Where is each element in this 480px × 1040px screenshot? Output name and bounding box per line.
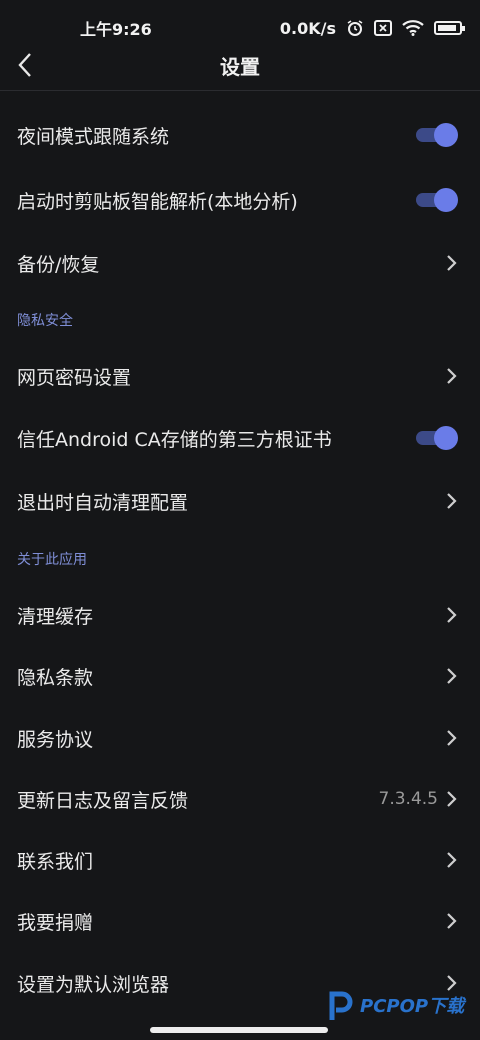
clipboard-parse-toggle[interactable]	[416, 188, 458, 212]
setting-label: 备份/恢复	[17, 253, 100, 276]
changelog-right: 7.3.4.5	[379, 789, 458, 809]
setting-label: 联系我们	[17, 850, 94, 873]
title-bar: 设置	[0, 40, 480, 91]
back-arrow-icon[interactable]	[16, 52, 36, 78]
battery-icon	[434, 21, 465, 35]
trust-ca-toggle[interactable]	[416, 426, 458, 450]
setting-label: 退出时自动清理配置	[17, 491, 189, 514]
home-indicator[interactable]	[150, 1027, 328, 1033]
setting-clear-cache[interactable]: 清理缓存	[0, 584, 480, 646]
chevron-right-icon	[447, 913, 457, 929]
chevron-right-icon	[447, 791, 457, 807]
setting-label: 我要捐赠	[17, 911, 94, 934]
wifi-icon	[402, 20, 424, 36]
pcpop-logo-icon	[329, 991, 353, 1020]
setting-label: 清理缓存	[17, 605, 94, 628]
setting-label: 设置为默认浏览器	[17, 973, 170, 996]
setting-privacy-policy[interactable]: 隐私条款	[0, 645, 480, 707]
status-time: 上午9:26	[80, 20, 152, 39]
status-icons: 0.0K/s	[279, 18, 465, 38]
sim-off-icon	[374, 20, 392, 36]
section-header-about: 关于此应用	[17, 552, 87, 568]
section-header-privacy: 隐私安全	[17, 313, 73, 329]
setting-trust-ca-certs[interactable]: 信任Android CA存储的第三方根证书	[0, 407, 480, 469]
setting-label: 夜间模式跟随系统	[17, 125, 170, 148]
setting-service-agreement[interactable]: 服务协议	[0, 707, 480, 769]
net-speed: 0.0K/s	[279, 18, 336, 38]
setting-backup-restore[interactable]: 备份/恢复	[0, 232, 480, 294]
chevron-right-icon	[447, 730, 457, 746]
setting-web-password[interactable]: 网页密码设置	[0, 345, 480, 407]
night-mode-toggle[interactable]	[416, 123, 458, 147]
chevron-right-icon	[447, 368, 457, 384]
setting-label: 网页密码设置	[17, 366, 132, 389]
chevron-right-icon	[447, 493, 457, 509]
setting-label: 更新日志及留言反馈	[17, 789, 189, 812]
chevron-right-icon	[447, 607, 457, 623]
setting-label: 隐私条款	[17, 666, 94, 689]
chevron-right-icon	[447, 668, 457, 684]
version-number: 7.3.4.5	[378, 789, 438, 809]
setting-clear-on-exit[interactable]: 退出时自动清理配置	[0, 470, 480, 532]
setting-contact-us[interactable]: 联系我们	[0, 829, 480, 891]
setting-changelog-feedback[interactable]: 更新日志及留言反馈 7.3.4.5	[0, 768, 480, 830]
chevron-right-icon	[447, 255, 457, 271]
setting-night-mode-follow-system[interactable]: 夜间模式跟随系统	[0, 104, 480, 166]
setting-label: 服务协议	[17, 728, 94, 751]
watermark-text: PCPOP下载	[360, 996, 465, 1017]
setting-clipboard-parse[interactable]: 启动时剪贴板智能解析(本地分析)	[0, 169, 480, 231]
setting-donate[interactable]: 我要捐赠	[0, 890, 480, 952]
watermark-logo: PCPOP下载	[326, 988, 464, 1022]
page-title: 设置	[220, 54, 260, 79]
alarm-icon	[347, 20, 363, 36]
chevron-right-icon	[447, 852, 457, 868]
setting-label: 启动时剪贴板智能解析(本地分析)	[17, 190, 298, 213]
setting-label: 信任Android CA存储的第三方根证书	[17, 428, 332, 451]
